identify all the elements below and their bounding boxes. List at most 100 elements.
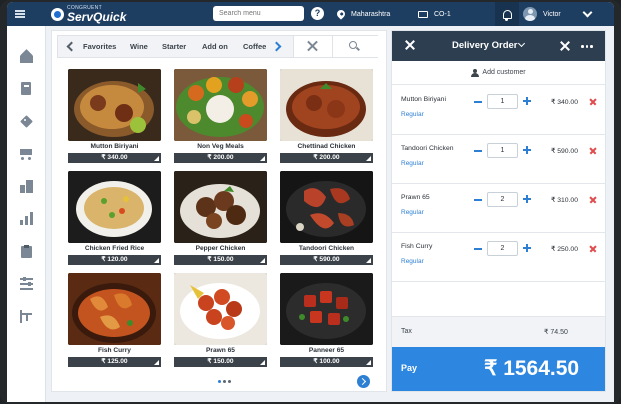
quantity-field[interactable]: 1: [487, 94, 518, 109]
home-icon[interactable]: [20, 49, 33, 63]
chevron-left-icon[interactable]: [66, 41, 77, 52]
line-variant[interactable]: Regular: [401, 258, 424, 265]
close-icon[interactable]: [404, 39, 416, 51]
tag-icon[interactable]: [20, 115, 33, 128]
item-price: ₹ 125.00: [68, 357, 161, 367]
tax-value: ₹ 74.50: [544, 329, 568, 336]
menu-item-mutton-biriyani[interactable]: Mutton Biriyani ₹ 340.00: [68, 69, 161, 165]
item-price: ₹ 150.00: [174, 255, 267, 265]
menu-item-chettinad-chicken[interactable]: Chettinad Chicken ₹ 200.00: [280, 69, 373, 165]
line-variant[interactable]: Regular: [401, 209, 424, 216]
menu-panel: Favorites Wine Starter Add on Coffee Mut…: [51, 30, 387, 392]
cart-icon[interactable]: [20, 147, 33, 160]
line-name: Prawn 65: [401, 194, 430, 201]
tab-favorites[interactable]: Favorites: [83, 42, 116, 51]
menu-item-chicken-fried-rice[interactable]: Chicken Fried Rice ₹ 120.00: [68, 171, 161, 267]
plus-icon[interactable]: [523, 146, 531, 154]
shuffle-icon[interactable]: [559, 40, 571, 52]
chevron-down-icon[interactable]: [582, 7, 593, 18]
item-price: ₹ 120.00: [68, 255, 161, 265]
menu-item-non-veg-meals[interactable]: Non Veg Meals ₹ 200.00: [174, 69, 267, 165]
pay-label: Pay: [401, 363, 418, 373]
menu-item-panneer-65[interactable]: Panneer 65 ₹ 100.00: [280, 273, 373, 369]
order-line: Mutton Biriyani Regular 1 ₹ 340.00: [392, 86, 605, 135]
hamburger-menu-button[interactable]: [7, 2, 33, 26]
tax-row: Tax ₹ 74.50: [392, 316, 605, 347]
quantity-field[interactable]: 1: [487, 143, 518, 158]
menu-item-tandoori-chicken[interactable]: Tandoori Chicken ₹ 590.00: [280, 171, 373, 267]
location-selector[interactable]: Maharashtra: [335, 5, 390, 23]
item-name: Chicken Fried Rice: [84, 245, 145, 252]
remove-icon[interactable]: [589, 98, 597, 106]
tab-coffee[interactable]: Coffee: [243, 42, 266, 51]
quantity-field[interactable]: 2: [487, 192, 518, 207]
more-icon[interactable]: [581, 45, 593, 48]
tab-wine[interactable]: Wine: [130, 42, 148, 51]
food-photo: [174, 69, 267, 141]
minus-icon[interactable]: [474, 101, 482, 103]
plus-icon[interactable]: [523, 97, 531, 105]
search-icon[interactable]: [349, 41, 357, 49]
chart-icon[interactable]: [20, 212, 33, 225]
clipboard-icon[interactable]: [20, 245, 33, 258]
item-name: Fish Curry: [98, 347, 131, 354]
minus-icon[interactable]: [474, 248, 482, 250]
sidebar: [7, 26, 46, 402]
app-logo: CONGRUENT ServQuick: [51, 5, 127, 23]
sliders-icon[interactable]: [20, 277, 33, 290]
pay-total: ₹ 1564.50: [484, 357, 580, 380]
plus-icon[interactable]: [523, 195, 531, 203]
chevron-down-icon[interactable]: [517, 39, 526, 48]
pay-button[interactable]: Pay ₹ 1564.50: [392, 347, 605, 391]
shuffle-icon[interactable]: [306, 40, 319, 53]
item-price: ₹ 100.00: [280, 357, 373, 367]
minus-icon[interactable]: [474, 199, 482, 201]
hamburger-icon: [15, 10, 25, 18]
timeline-icon[interactable]: [20, 310, 33, 323]
menu-item-prawn-65[interactable]: Prawn 65 ₹ 150.00: [174, 273, 267, 369]
book-icon[interactable]: [20, 82, 33, 95]
app-screen: CONGRUENT ServQuick ? Maharashtra CO-1 V…: [7, 2, 614, 402]
food-photo: [280, 273, 373, 345]
food-photo: [280, 69, 373, 141]
line-name: Fish Curry: [401, 243, 433, 250]
order-line: Tandoori Chicken Regular 1 ₹ 590.00: [392, 135, 605, 184]
tab-starter[interactable]: Starter: [162, 42, 186, 51]
notifications-button[interactable]: [495, 2, 519, 26]
avatar: [523, 7, 537, 21]
minus-icon[interactable]: [474, 150, 482, 152]
search-input[interactable]: [213, 6, 304, 21]
chevron-right-icon[interactable]: [271, 41, 282, 52]
buildings-icon[interactable]: [20, 180, 33, 193]
quantity-field[interactable]: 2: [487, 241, 518, 256]
location-pin-icon: [335, 8, 347, 20]
register-icon: [418, 10, 428, 18]
user-menu[interactable]: Victor: [523, 5, 561, 23]
menu-item-fish-curry[interactable]: Fish Curry ₹ 125.00: [68, 273, 161, 369]
line-variant[interactable]: Regular: [401, 111, 424, 118]
pagination-dots[interactable]: [218, 380, 231, 383]
item-name: Pepper Chicken: [195, 245, 246, 252]
food-photo: [68, 171, 161, 243]
remove-icon[interactable]: [589, 147, 597, 155]
menu-item-pepper-chicken[interactable]: Pepper Chicken ₹ 150.00: [174, 171, 267, 267]
add-customer-label: Add customer: [482, 69, 526, 76]
tab-add-on[interactable]: Add on: [202, 42, 228, 51]
help-button[interactable]: ?: [311, 7, 324, 20]
line-variant[interactable]: Regular: [401, 160, 424, 167]
next-page-button[interactable]: [357, 375, 370, 388]
counter-selector[interactable]: CO-1: [418, 5, 451, 23]
remove-icon[interactable]: [589, 245, 597, 253]
remove-icon[interactable]: [589, 196, 597, 204]
plus-icon[interactable]: [523, 244, 531, 252]
order-header: Delivery Order: [392, 31, 605, 61]
food-photo: [68, 69, 161, 141]
item-price: ₹ 590.00: [280, 255, 373, 265]
counter-label: CO-1: [434, 10, 451, 18]
item-name: Non Veg Meals: [197, 143, 244, 150]
food-photo: [68, 273, 161, 345]
order-type-title[interactable]: Delivery Order: [452, 40, 517, 51]
add-customer-button[interactable]: Add customer: [392, 61, 605, 85]
line-name: Tandoori Chicken: [401, 145, 454, 152]
person-add-icon: [471, 68, 480, 77]
